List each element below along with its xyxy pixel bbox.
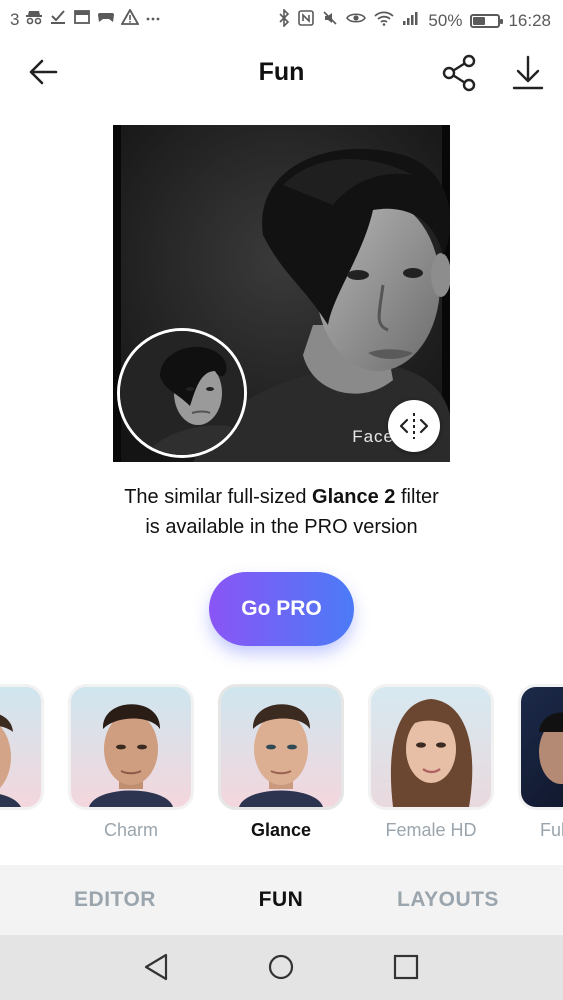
battery-percent: 50% — [428, 11, 463, 30]
bluetooth-icon — [278, 8, 290, 33]
top-app-bar: Fun — [0, 40, 563, 106]
filter-carousel[interactable]: Charm Glance Female HD Ful — [0, 680, 563, 850]
filter-thumbnail — [218, 684, 344, 810]
filter-item[interactable] — [0, 684, 44, 820]
nav-back-button[interactable] — [136, 949, 176, 985]
status-time: 16:28 — [508, 11, 551, 30]
original-portrait-image — [120, 331, 244, 455]
filter-item[interactable]: Ful — [518, 684, 563, 841]
game-controller-icon — [97, 9, 115, 31]
tab-fun[interactable]: FUN — [201, 865, 361, 935]
go-pro-button[interactable]: Go PRO — [209, 572, 354, 646]
eye-icon — [346, 10, 367, 32]
calendar-icon — [73, 9, 91, 31]
split-compare-icon — [399, 413, 429, 439]
filter-thumbnail — [68, 684, 194, 810]
pro-message-line-1: The similar full-sized Glance 2 filter — [124, 486, 439, 508]
incognito-icon — [25, 9, 43, 31]
filter-charm[interactable]: Charm — [68, 684, 194, 841]
filter-label: Female HD — [385, 820, 477, 840]
nav-recents-icon — [393, 954, 419, 980]
share-icon — [442, 54, 476, 92]
pro-message: The similar full-sized Glance 2 filter i… — [0, 482, 563, 542]
status-bar-left: 3 — [10, 8, 161, 31]
more-dots-icon — [145, 9, 161, 31]
filter-name: Glance 2 — [312, 486, 396, 508]
filter-thumbnail — [368, 684, 494, 810]
pro-message-line-2: is available in the PRO version — [145, 516, 418, 538]
battery-fill — [473, 17, 486, 25]
battery-icon — [470, 14, 504, 28]
system-nav-bar — [0, 935, 563, 1000]
mute-icon — [322, 10, 338, 32]
filter-glance[interactable]: Glance — [218, 684, 344, 841]
wifi-icon — [374, 10, 395, 32]
original-photo-preview[interactable] — [117, 328, 247, 458]
nav-recents-button[interactable] — [386, 949, 426, 985]
tab-layouts[interactable]: LAYOUTS — [368, 865, 528, 935]
filter-thumbnail — [0, 684, 44, 810]
notification-count: 3 — [10, 10, 20, 29]
status-bar: 3 50% 16:28 — [0, 0, 563, 40]
mode-tab-bar: EDITOR FUN LAYOUTS — [0, 865, 563, 935]
filter-thumbnail — [518, 684, 563, 810]
nav-back-icon — [144, 953, 168, 981]
download-icon — [512, 55, 544, 90]
nav-home-icon — [268, 954, 294, 980]
status-bar-right: 50% 16:28 — [278, 8, 551, 33]
result-photo[interactable]: Face — [113, 125, 450, 462]
compare-handle[interactable] — [388, 400, 440, 452]
nfc-icon — [298, 10, 315, 32]
filter-label: Ful — [540, 820, 563, 840]
filter-label: Charm — [103, 820, 158, 840]
warning-icon — [120, 8, 141, 31]
check-icon — [49, 9, 67, 31]
download-button[interactable] — [508, 53, 548, 93]
share-button[interactable] — [440, 53, 480, 93]
signal-icon — [402, 10, 420, 32]
filter-label: Glance — [250, 820, 312, 840]
nav-home-button[interactable] — [261, 949, 301, 985]
tab-editor[interactable]: EDITOR — [35, 865, 195, 935]
filter-female-hd[interactable]: Female HD — [368, 684, 494, 841]
